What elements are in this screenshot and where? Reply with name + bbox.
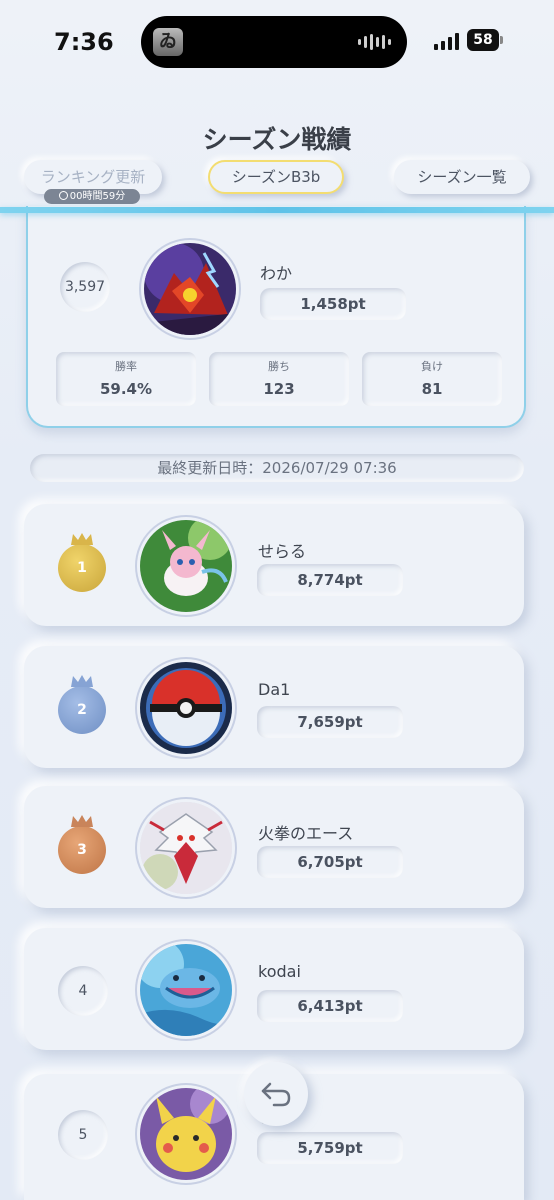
audio-wave-icon [358,34,391,50]
win-rate-label: 勝率 [115,360,137,373]
losses-label: 負け [421,360,443,373]
ranking-row[interactable]: 3 火拳のエース 6,705pt [24,786,524,908]
bronze-medal-icon: 3 [58,815,106,874]
clock-icon [58,191,68,200]
crown-icon [71,815,93,827]
wins-label: 勝ち [268,360,290,373]
ranking-row[interactable]: 2 Da1 7,659pt [24,646,524,768]
rank-number: 3 [77,842,87,858]
player-name: Da1 [258,680,291,699]
battery-icon: 58 [467,29,503,51]
gold-medal-icon: 1 [58,533,106,592]
player-avatar[interactable] [140,802,232,894]
season-selector-button[interactable]: シーズンB3b [208,160,344,194]
player-avatar[interactable] [140,944,232,1036]
player-avatar[interactable] [140,662,232,754]
player-points: 8,774pt [257,564,403,596]
ranking-row[interactable]: 1 せらる 8,774pt [24,504,524,626]
losses-box: 負け 81 [362,352,502,406]
ranking-timer-text: 00時間59分 [69,191,126,202]
losses-value: 81 [421,380,443,398]
crown-icon [71,675,93,687]
win-rate-box: 勝率 59.4% [56,352,196,406]
rank-number: 2 [77,702,87,718]
season-list-button[interactable]: シーズン一覧 [394,160,530,194]
my-name: わか [260,264,293,283]
win-rate-value: 59.4% [99,380,153,398]
player-name: 火拳のエース [258,824,354,843]
player-points: 6,705pt [257,846,403,878]
signal-icon [434,32,459,50]
back-button[interactable] [244,1062,308,1126]
player-avatar[interactable] [140,1088,232,1180]
wins-value: 123 [263,380,295,398]
ranking-row[interactable]: 4 kodai 6,413pt [24,928,524,1050]
crown-icon [71,533,93,545]
dynamic-island: ゐ [141,16,407,68]
status-time: 7:36 [54,28,114,56]
last-updated-text: 最終更新日時：2026/07/29 07:36 [30,454,524,482]
player-name: せらる [258,542,307,561]
rank-number: 1 [77,560,87,576]
island-app-icon: ゐ [153,28,183,56]
player-avatar[interactable] [140,520,232,612]
player-points: 6,413pt [257,990,403,1022]
player-points: 7,659pt [257,706,403,738]
rank-number: 5 [58,1110,108,1160]
rank-number: 4 [58,966,108,1016]
wins-box: 勝ち 123 [209,352,349,406]
page-title: シーズン戦績 [202,125,352,154]
player-points: 5,759pt [257,1132,403,1164]
my-record-card: 3,597 わか 1,458pt 勝率 59.4% 勝ち 123 負け 81 [26,206,526,428]
my-rank-circle: 3,597 [60,262,110,312]
status-bar: 7:36 ゐ 58 [0,0,554,84]
silver-medal-icon: 2 [58,675,106,734]
my-avatar[interactable] [144,243,236,335]
my-points: 1,458pt [260,288,406,320]
ranking-timer-badge: 00時間59分 [44,189,140,204]
return-arrow-icon [261,1082,291,1107]
player-name: kodai [258,962,301,981]
accent-divider [0,207,554,213]
